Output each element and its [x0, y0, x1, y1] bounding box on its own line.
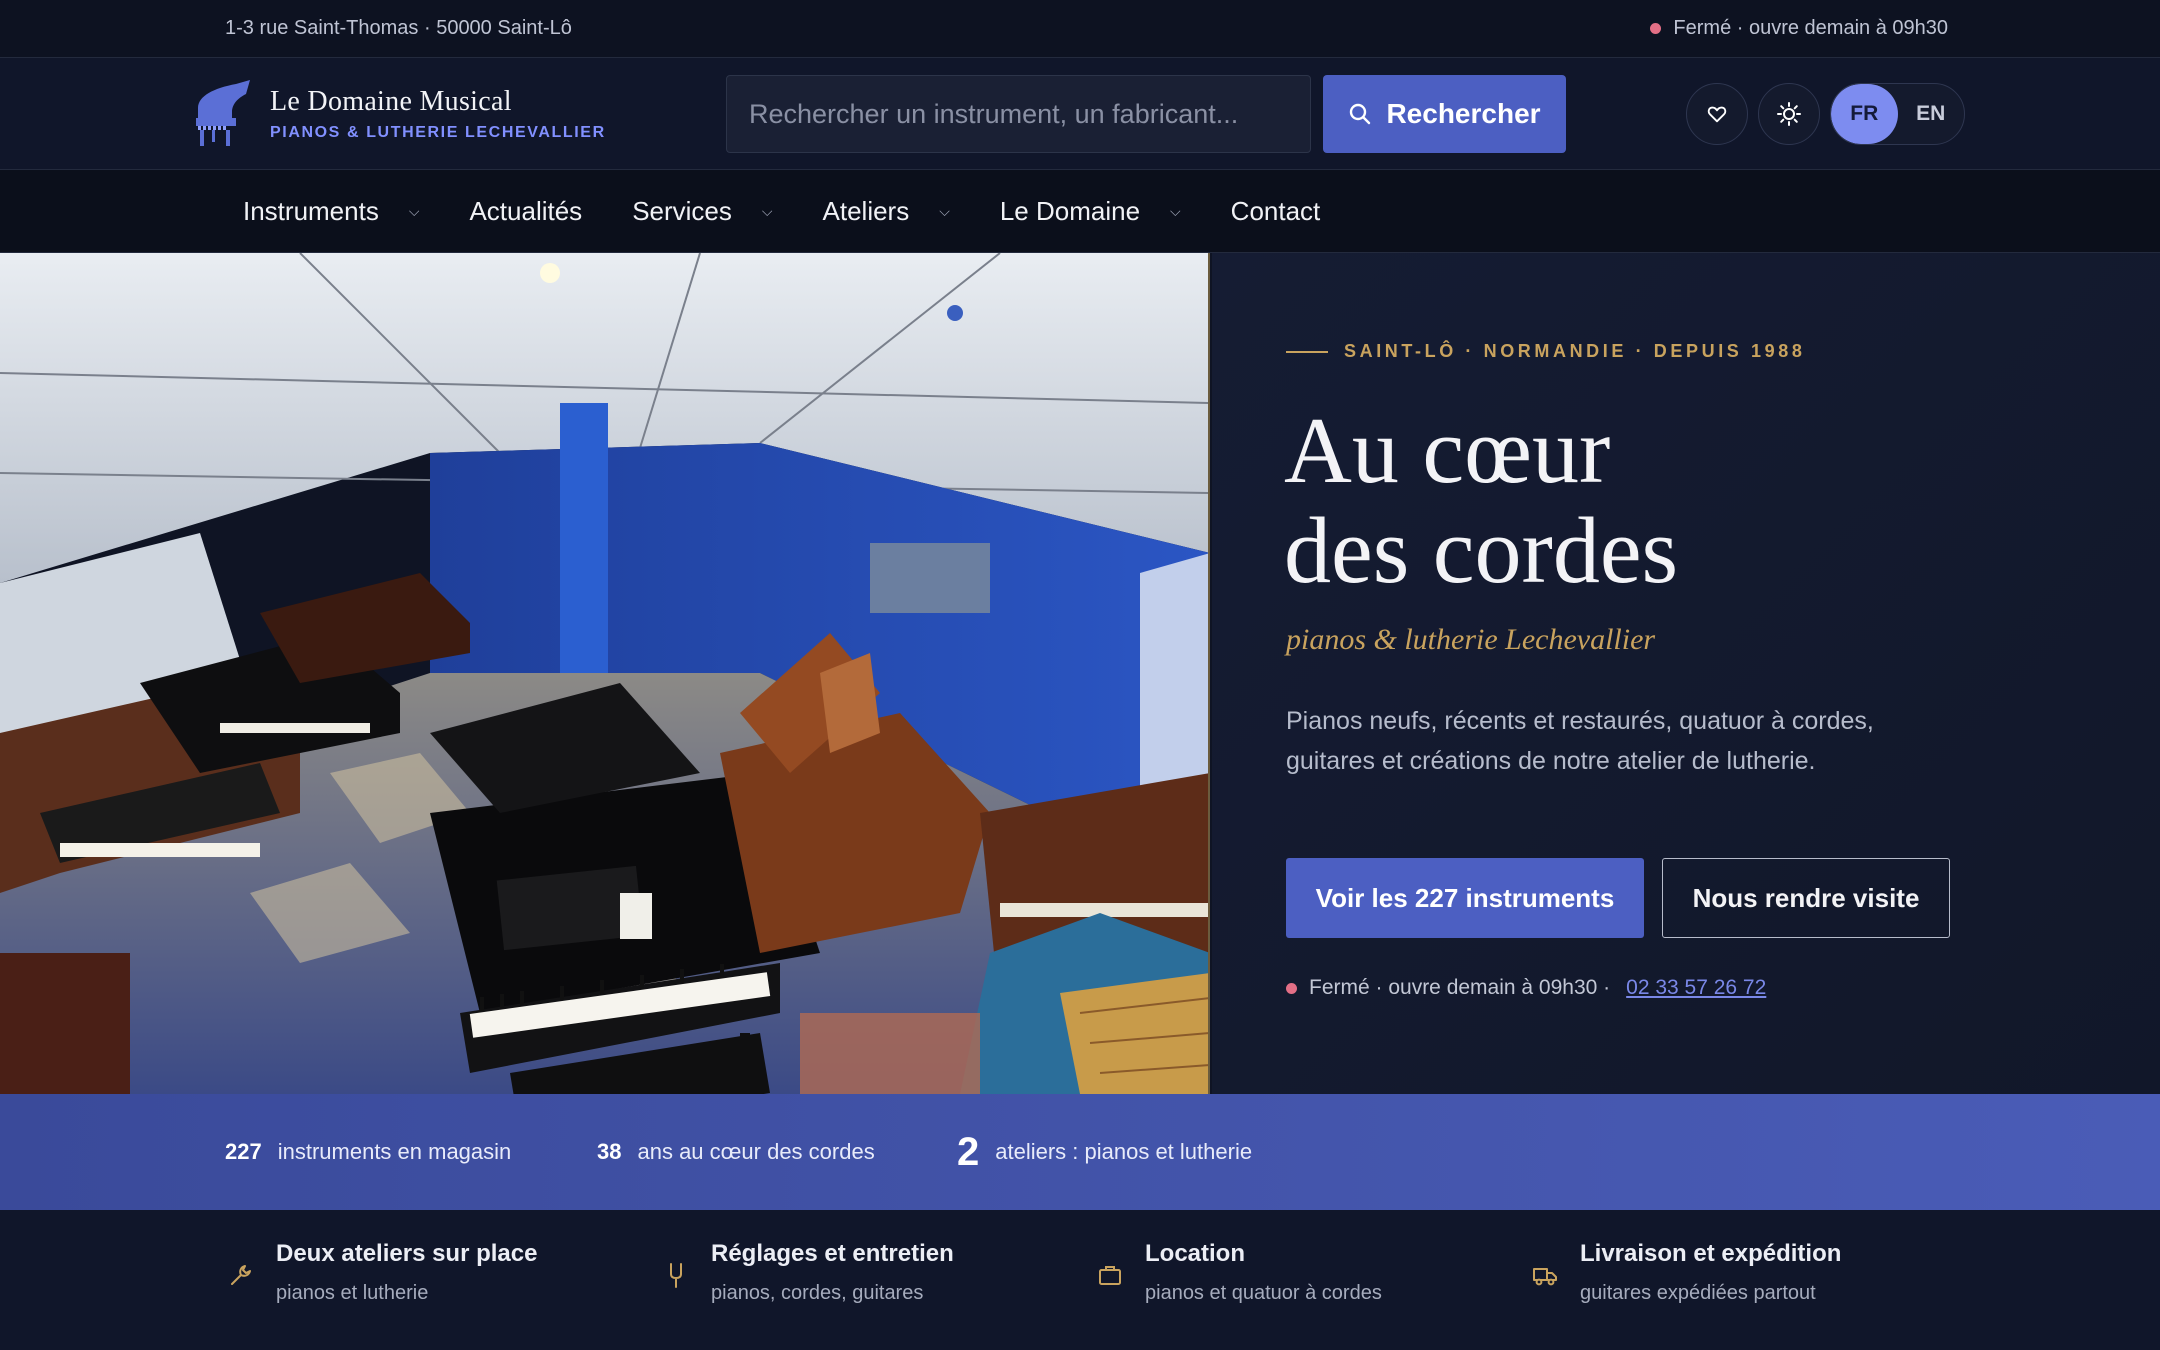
- eyebrow-text: SAINT-LÔ · NORMANDIE · DEPUIS 1988: [1344, 341, 1806, 361]
- status-dot-icon: [1650, 23, 1662, 34]
- site-header: Le Domaine Musical PIANOS & LUTHERIE LEC…: [0, 58, 2160, 170]
- lang-fr-button[interactable]: FR: [1831, 84, 1898, 144]
- nav-item-contact[interactable]: Contact: [1231, 196, 1321, 227]
- nav-item-ateliers[interactable]: Ateliers ⌵: [823, 196, 950, 227]
- nav-item-services[interactable]: Services ⌵: [632, 196, 772, 227]
- heart-icon: [1707, 106, 1727, 123]
- hero-title: Au cœur des cordes: [1284, 401, 2084, 601]
- feature-title: Location: [1145, 1240, 1245, 1267]
- chevron-down-icon: ⌵: [1170, 202, 1181, 219]
- view-instruments-button[interactable]: Voir les 227 instruments: [1286, 858, 1644, 938]
- hero-title-line-2: des cordes: [1284, 499, 1679, 603]
- logo-subtitle: PIANOS & LUTHERIE LECHEVALLIER: [270, 124, 606, 141]
- stat-label: instruments en magasin: [277, 1139, 512, 1164]
- hero-eyebrow: SAINT-LÔ · NORMANDIE · DEPUIS 1988: [1286, 341, 1805, 362]
- logo[interactable]: Le Domaine Musical PIANOS & LUTHERIE LEC…: [192, 78, 606, 150]
- stat-label: ans au cœur des cordes: [637, 1139, 875, 1164]
- briefcase-icon: [1099, 1266, 1121, 1285]
- nav-item-label: Ateliers: [822, 195, 910, 226]
- search-button[interactable]: Rechercher: [1323, 75, 1566, 153]
- hero-description: Pianos neufs, récents et restaurés, quat…: [1286, 707, 1874, 775]
- hero-tagline: pianos & lutherie Lechevallier: [1286, 623, 1656, 656]
- nav-item-le-domaine[interactable]: Le Domaine ⌵: [1000, 196, 1181, 227]
- feature-subtitle: pianos, cordes, guitares: [711, 1282, 924, 1304]
- nav-item-label: Contact: [1230, 195, 1321, 226]
- stat-value: 38: [597, 1139, 622, 1164]
- feature-tuning: Réglages et entretien pianos, cordes, gu…: [663, 1240, 954, 1305]
- favorites-button[interactable]: [1686, 83, 1748, 145]
- eyebrow-divider: [1286, 350, 1328, 353]
- chevron-down-icon: ⌵: [761, 202, 773, 219]
- hero-panel: SAINT-LÔ · NORMANDIE · DEPUIS 1988 Au cœ…: [1212, 253, 2160, 1094]
- opening-status-text: Fermé · ouvre demain à 09h30: [1673, 17, 1948, 39]
- nav-item-instruments[interactable]: Instruments ⌵: [243, 196, 419, 227]
- stat-workshops: 2 ateliers : pianos et lutherie: [957, 1094, 1252, 1210]
- main-navigation: Instruments ⌵ Actualités Services ⌵ Atel…: [0, 170, 2160, 253]
- stats-band: 227 instruments en magasin 38 ans au cœu…: [0, 1094, 2160, 1210]
- piano-showroom-image: [0, 253, 1208, 1094]
- search-input[interactable]: [726, 75, 1311, 153]
- showroom-photo: [0, 253, 1210, 1094]
- hero-status-text: Fermé · ouvre demain à 09h30 ·: [1309, 976, 1611, 999]
- sun-icon: [1777, 102, 1801, 126]
- hero-opening-status: Fermé · ouvre demain à 09h30 · 02 33 57 …: [1286, 976, 1766, 1000]
- chevron-down-icon: ⌵: [408, 202, 420, 219]
- stat-years: 38 ans au cœur des cordes: [597, 1094, 875, 1210]
- nav-item-label: Actualités: [469, 195, 583, 226]
- nav-item-actualites[interactable]: Actualités: [469, 196, 582, 227]
- feature-title: Livraison et expédition: [1580, 1240, 1842, 1267]
- stat-label: ateliers : pianos et lutherie: [995, 1139, 1253, 1164]
- feature-title: Deux ateliers sur place: [276, 1240, 538, 1267]
- stat-instruments: 227 instruments en magasin: [225, 1094, 511, 1210]
- feature-subtitle: guitares expédiées partout: [1580, 1282, 1816, 1304]
- status-dot-icon: [1286, 982, 1297, 994]
- logo-name: Le Domaine Musical: [270, 86, 512, 117]
- store-address: 1-3 rue Saint-Thomas · 50000 Saint-Lô: [225, 17, 572, 39]
- search-button-label: Rechercher: [1386, 98, 1541, 129]
- nav-item-label: Services: [632, 195, 732, 226]
- feature-rental: Location pianos et quatuor à cordes: [1097, 1240, 1382, 1305]
- nav-item-label: Instruments: [243, 195, 379, 226]
- stat-value: 227: [225, 1139, 262, 1164]
- language-switcher: FR EN: [1830, 83, 1965, 145]
- phone-link[interactable]: 02 33 57 26 72: [1626, 976, 1766, 1000]
- grand-piano-logo-icon: [196, 80, 250, 146]
- features-row: Deux ateliers sur place pianos et luther…: [0, 1210, 2160, 1350]
- feature-subtitle: pianos et lutherie: [276, 1282, 429, 1304]
- stat-value: 2: [957, 1129, 980, 1174]
- tuning-fork-icon: [670, 1263, 682, 1288]
- nav-item-label: Le Domaine: [999, 195, 1141, 226]
- search-icon: [1350, 103, 1371, 125]
- feature-title: Réglages et entretien: [711, 1240, 954, 1267]
- truck-icon: [1533, 1268, 1557, 1286]
- wrench-icon: [231, 1265, 251, 1285]
- theme-toggle-button[interactable]: [1758, 83, 1820, 145]
- chevron-down-icon: ⌵: [939, 202, 950, 219]
- feature-workshops: Deux ateliers sur place pianos et luther…: [228, 1240, 537, 1305]
- feature-delivery: Livraison et expédition guitares expédié…: [1532, 1240, 1841, 1305]
- opening-status: Fermé · ouvre demain à 09h30: [1650, 17, 1948, 40]
- top-info-bar: 1-3 rue Saint-Thomas · 50000 Saint-Lô Fe…: [0, 0, 2160, 58]
- feature-subtitle: pianos et quatuor à cordes: [1145, 1282, 1382, 1304]
- visit-us-button[interactable]: Nous rendre visite: [1662, 858, 1950, 938]
- lang-en-button[interactable]: EN: [1898, 84, 1965, 144]
- hero-title-line-1: Au cœur: [1284, 399, 1611, 503]
